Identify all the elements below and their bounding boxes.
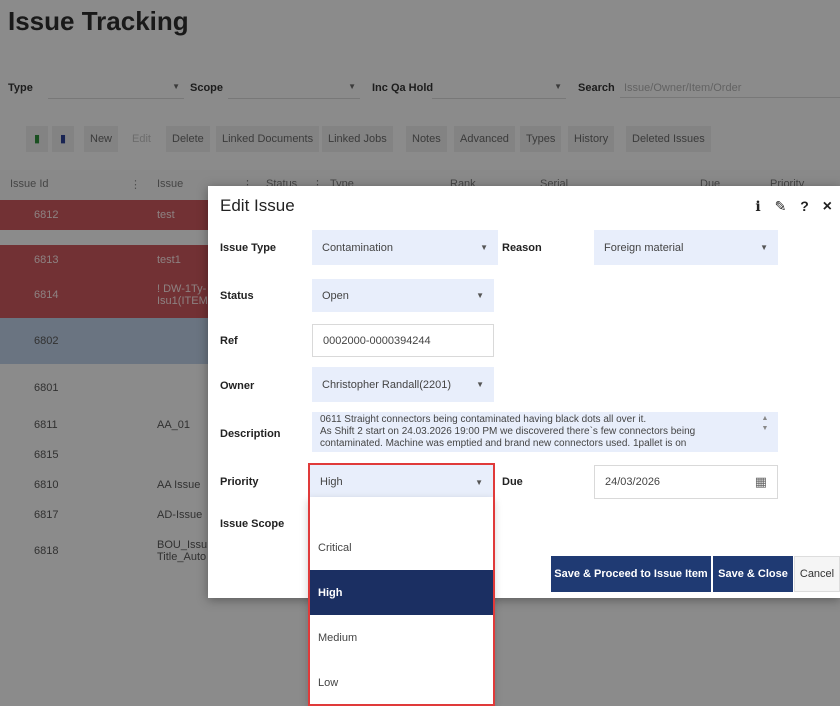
priority-option-high[interactable]: High (308, 570, 494, 615)
info-icon[interactable]: i (755, 199, 760, 215)
close-icon[interactable]: × (823, 198, 832, 215)
reason-label: Reason (502, 242, 542, 254)
save-close-button[interactable]: Save & Close (713, 556, 793, 592)
calendar-icon[interactable]: ▦ (755, 474, 767, 490)
chevron-down-icon: ▼ (760, 243, 768, 252)
description-label: Description (220, 428, 281, 440)
due-date-input[interactable]: 24/03/2026 ▦ (594, 465, 778, 499)
dialog-title: Edit Issue (220, 196, 295, 215)
due-value: 24/03/2026 (605, 476, 661, 488)
status-value: Open (322, 289, 349, 302)
save-proceed-button[interactable]: Save & Proceed to Issue Item (551, 556, 711, 592)
priority-select[interactable]: High ▼ (310, 465, 493, 499)
due-label: Due (502, 476, 523, 488)
owner-value: Christopher Randall(2201) (322, 378, 452, 391)
description-line: 0611 Straight connectors being contamina… (320, 414, 647, 425)
description-textarea[interactable]: 0611 Straight connectors being contamina… (312, 412, 778, 452)
description-line: contaminated. Machine was emptied and br… (320, 438, 687, 449)
owner-select[interactable]: Christopher Randall(2201) ▼ (312, 367, 494, 402)
chevron-down-icon: ▼ (476, 380, 484, 389)
status-label: Status (220, 290, 254, 302)
dialog-header-icons: i ✎ ? × (745, 198, 832, 216)
issue-type-label: Issue Type (220, 242, 277, 254)
description-line: As Shift 2 start on 24.03.2026 19:00 PM … (320, 426, 696, 437)
edit-icon[interactable]: ✎ (775, 198, 787, 214)
priority-option-low[interactable]: Low (308, 660, 494, 705)
chevron-down-icon: ▼ (480, 243, 488, 252)
textarea-scrollbar[interactable]: ▲ ▼ (760, 414, 770, 450)
help-icon[interactable]: ? (800, 198, 809, 214)
issue-scope-label: Issue Scope (220, 518, 285, 530)
chevron-down-icon: ▼ (476, 291, 484, 300)
edit-issue-dialog: Edit Issue i ✎ ? × Issue Type Contaminat… (208, 186, 840, 598)
priority-value: High (320, 476, 343, 488)
ref-label: Ref (220, 335, 238, 347)
owner-label: Owner (220, 380, 255, 392)
status-select[interactable]: Open ▼ (312, 279, 494, 312)
priority-option-medium[interactable]: Medium (308, 615, 494, 660)
priority-option-critical[interactable]: Critical (308, 525, 494, 570)
issue-type-select[interactable]: Contamination ▼ (312, 230, 498, 265)
reason-select[interactable]: Foreign material ▼ (594, 230, 778, 265)
priority-label: Priority (220, 476, 259, 488)
ref-input[interactable]: 0002000-0000394244 (312, 324, 494, 357)
priority-dropdown-list: Critical High Medium Low (308, 497, 494, 706)
dialog-header: Edit Issue i ✎ ? × (208, 186, 840, 226)
issue-type-value: Contamination (322, 241, 393, 254)
ref-value: 0002000-0000394244 (323, 334, 431, 347)
chevron-down-icon: ▼ (475, 477, 483, 487)
reason-value: Foreign material (604, 241, 684, 254)
cancel-button[interactable]: Cancel (794, 556, 840, 592)
